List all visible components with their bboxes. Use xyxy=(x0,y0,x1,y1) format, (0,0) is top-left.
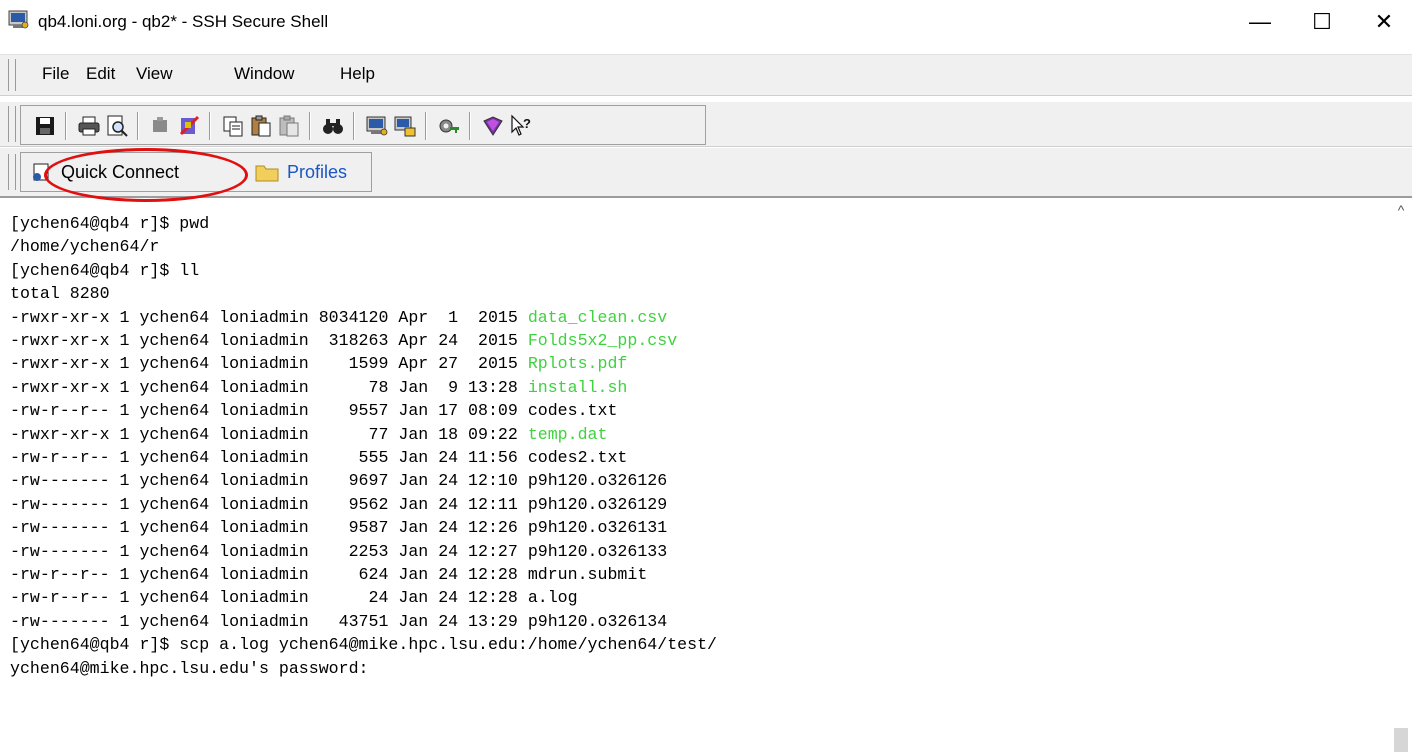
file-name: codes.txt xyxy=(527,401,618,421)
file-name: p9h120.o326126 xyxy=(527,471,668,491)
window-controls: — ☐ ✕ xyxy=(1232,0,1412,44)
terminal-line-text: -rw-r--r-- 1 ychen64 loniadmin 24 Jan 24… xyxy=(10,588,528,608)
file-name: install.sh xyxy=(527,377,628,397)
terminal-line-text: -rwxr-xr-x 1 ychen64 loniadmin 1599 Apr … xyxy=(10,354,528,374)
terminal-line: -rw------- 1 ychen64 loniadmin 9697 Jan … xyxy=(10,469,667,492)
terminal-line: -rwxr-xr-x 1 ychen64 loniadmin 78 Jan 9 … xyxy=(10,376,627,399)
terminal-line: -rw------- 1 ychen64 loniadmin 2253 Jan … xyxy=(10,540,667,563)
file-name: codes2.txt xyxy=(527,448,628,467)
key-icon[interactable] xyxy=(437,114,461,138)
terminal-line: -rwxr-xr-x 1 ychen64 loniadmin 1599 Apr … xyxy=(10,352,627,375)
terminal-line: -rw------- 1 ychen64 loniadmin 9587 Jan … xyxy=(10,516,667,539)
file-name: temp.dat xyxy=(527,424,608,444)
menu-edit[interactable]: Edit xyxy=(86,64,115,84)
new-file-transfer-icon[interactable] xyxy=(393,114,417,138)
terminal-line-text: [ychen64@qb4 r]$ scp a.log ychen64@mike.… xyxy=(10,635,718,655)
terminal-line-text: [ychen64@qb4 r]$ pwd xyxy=(10,214,210,233)
close-button[interactable]: ✕ xyxy=(1356,0,1412,44)
terminal-line-text: -rw------- 1 ychen64 loniadmin 9587 Jan … xyxy=(10,518,528,538)
terminal-line: /home/ychen64/r xyxy=(10,235,159,258)
terminal-line-text: -rwxr-xr-x 1 ychen64 loniadmin 8034120 A… xyxy=(10,307,528,327)
folder-icon xyxy=(255,165,279,182)
profiles-label: Profiles xyxy=(287,161,348,182)
new-terminal-icon[interactable] xyxy=(365,114,389,138)
minimize-button[interactable]: — xyxy=(1232,0,1288,44)
paste-icon[interactable] xyxy=(249,114,273,138)
terminal-line: [ychen64@qb4 r]$ pwd xyxy=(10,212,209,235)
terminal-line-text: -rw-r--r-- 1 ychen64 loniadmin 624 Jan 2… xyxy=(10,565,528,584)
find-icon[interactable] xyxy=(321,114,345,138)
profiles-button[interactable]: Profiles xyxy=(255,153,347,191)
terminal-line: -rw-r--r-- 1 ychen64 loniadmin 9557 Jan … xyxy=(10,399,617,422)
terminal-line-text: -rw------- 1 ychen64 loniadmin 2253 Jan … xyxy=(10,541,528,561)
terminal-line-text: total 8280 xyxy=(10,284,110,304)
terminal-output[interactable]: [ychen64@qb4 r]$ pwd/home/ychen64/r [yche… xyxy=(0,206,1386,752)
menu-file[interactable]: File xyxy=(42,64,69,84)
terminal-line-text: -rwxr-xr-x 1 ychen64 loniadmin 78 Jan 9 … xyxy=(10,377,528,397)
print-preview-icon[interactable] xyxy=(105,114,129,138)
terminal-line: [ychen64@qb4 r]$ ll xyxy=(10,259,199,282)
terminal-line-text: -rw-r--r-- 1 ychen64 loniadmin 555 Jan 2… xyxy=(10,448,528,467)
vertical-scrollbar[interactable]: ^ xyxy=(1390,198,1412,752)
toolbar-buttons: ? xyxy=(20,105,706,145)
disconnect-icon[interactable] xyxy=(149,114,173,138)
terminal-line-text: -rwxr-xr-x 1 ychen64 loniadmin 318263 Ap… xyxy=(10,331,528,350)
menu-window[interactable]: Window xyxy=(234,64,294,84)
file-name: Rplots.pdf xyxy=(527,354,628,374)
paste-disabled-icon[interactable] xyxy=(277,114,301,138)
terminal-line: -rw------- 1 ychen64 loniadmin 9562 Jan … xyxy=(10,493,667,516)
whats-this-icon[interactable]: ? xyxy=(509,114,533,138)
title-bar: qb4.loni.org - qb2* - SSH Secure Shell —… xyxy=(0,0,1412,44)
ssh-app-icon xyxy=(8,10,29,29)
copy-icon[interactable] xyxy=(221,114,245,138)
toolbar-grip xyxy=(8,106,16,142)
menu-bar: File Edit View Window Help xyxy=(0,54,1412,96)
file-name: p9h120.o326134 xyxy=(527,611,668,631)
terminal-line: -rw-r--r-- 1 ychen64 loniadmin 24 Jan 24… xyxy=(10,586,578,609)
save-icon[interactable] xyxy=(33,114,57,138)
file-name: Folds5x2_pp.csv xyxy=(527,331,678,350)
file-name: data_clean.csv xyxy=(527,307,668,327)
toolbar: ? xyxy=(0,102,1412,147)
terminal-line-text: -rw------- 1 ychen64 loniadmin 9697 Jan … xyxy=(10,471,528,491)
menu-help[interactable]: Help xyxy=(340,64,375,84)
terminal-line: -rwxr-xr-x 1 ychen64 loniadmin 8034120 A… xyxy=(10,306,667,329)
file-name: p9h120.o326129 xyxy=(527,494,668,514)
terminal-line: [ychen64@qb4 r]$ scp a.log ychen64@mike.… xyxy=(10,633,717,656)
menubar-grip xyxy=(8,59,16,91)
terminal-line-text: -rw-r--r-- 1 ychen64 loniadmin 9557 Jan … xyxy=(10,401,528,421)
terminal-line-text: -rw------- 1 ychen64 loniadmin 9562 Jan … xyxy=(10,494,528,514)
terminal-line-text: -rwxr-xr-x 1 ychen64 loniadmin 77 Jan 18… xyxy=(10,424,528,444)
terminal-line-text: -rw------- 1 ychen64 loniadmin 43751 Jan… xyxy=(10,611,528,631)
file-name: mdrun.submit xyxy=(527,565,648,584)
highlight-ellipse xyxy=(44,148,248,202)
terminal-line: -rw-r--r-- 1 ychen64 loniadmin 624 Jan 2… xyxy=(10,563,647,586)
terminal-line-text: /home/ychen64/r xyxy=(10,237,160,257)
menu-view[interactable]: View xyxy=(136,64,173,84)
help-book-icon[interactable] xyxy=(481,114,505,138)
terminal-line: ychen64@mike.hpc.lsu.edu's password: xyxy=(10,657,378,680)
quickbar-grip xyxy=(8,154,16,190)
terminal-line: -rw-r--r-- 1 ychen64 loniadmin 555 Jan 2… xyxy=(10,446,627,469)
terminal-line-text: ychen64@mike.hpc.lsu.edu's password: xyxy=(10,658,379,678)
terminal-line: -rwxr-xr-x 1 ychen64 loniadmin 77 Jan 18… xyxy=(10,423,607,446)
print-icon[interactable] xyxy=(77,114,101,138)
scroll-thumb[interactable] xyxy=(1394,728,1408,752)
window-title: qb4.loni.org - qb2* - SSH Secure Shell xyxy=(38,12,329,31)
maximize-button[interactable]: ☐ xyxy=(1294,0,1350,44)
scroll-up-arrow-icon[interactable]: ^ xyxy=(1390,202,1412,224)
file-name: p9h120.o326133 xyxy=(527,541,668,561)
file-name: a.log xyxy=(527,588,578,608)
terminal-line: -rwxr-xr-x 1 ychen64 loniadmin 318263 Ap… xyxy=(10,329,677,352)
terminal-line: -rw------- 1 ychen64 loniadmin 43751 Jan… xyxy=(10,610,667,633)
svg-text:?: ? xyxy=(523,116,531,131)
file-name: p9h120.o326131 xyxy=(527,518,668,538)
terminal-line-text: [ychen64@qb4 r]$ ll xyxy=(10,260,200,280)
terminal-line: total 8280 xyxy=(10,282,110,305)
settings-icon[interactable] xyxy=(177,114,201,138)
